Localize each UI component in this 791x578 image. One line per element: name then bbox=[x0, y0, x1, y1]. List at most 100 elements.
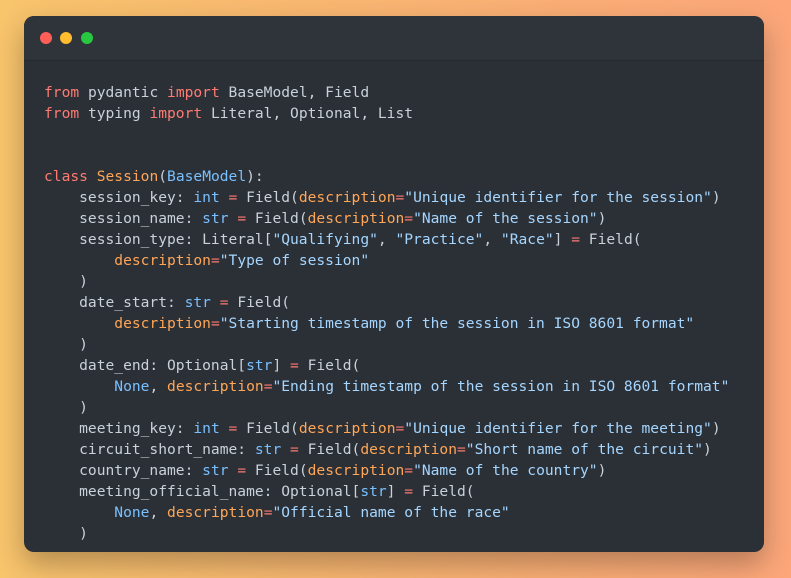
code-token: description bbox=[298, 420, 396, 437]
code-token: description bbox=[360, 441, 457, 458]
code-token: "Type of session" bbox=[219, 252, 370, 269]
code-token: ) bbox=[597, 210, 607, 227]
code-token: "Official name of the race" bbox=[272, 504, 510, 521]
code-token: description bbox=[307, 462, 405, 479]
code-token: BaseModel, Field bbox=[219, 84, 370, 101]
code-token: int bbox=[193, 420, 220, 437]
code-token: str bbox=[202, 210, 229, 227]
code-token: = bbox=[290, 441, 299, 458]
code-token: = bbox=[404, 462, 414, 479]
maximize-window-button[interactable] bbox=[81, 32, 93, 44]
code-token: Session bbox=[96, 168, 159, 185]
code-token: = bbox=[404, 210, 414, 227]
code-block: from pydantic import BaseModel, Field fro… bbox=[44, 82, 729, 544]
code-token: ) bbox=[44, 525, 88, 542]
code-token: ) bbox=[44, 399, 88, 416]
code-line: ​ bbox=[44, 145, 729, 166]
code-token: = bbox=[219, 294, 229, 311]
code-token: "Name of the country" bbox=[413, 462, 598, 479]
code-token: None bbox=[114, 504, 150, 521]
code-token: Field( bbox=[413, 483, 475, 500]
window-titlebar bbox=[24, 16, 764, 61]
code-token: pydantic bbox=[79, 84, 168, 101]
code-token: country_name: bbox=[44, 462, 203, 479]
code-token: "Name of the session" bbox=[413, 210, 598, 227]
code-token: date_start: bbox=[44, 294, 185, 311]
code-token: = bbox=[395, 189, 405, 206]
minimize-window-button[interactable] bbox=[60, 32, 72, 44]
code-line: ) bbox=[44, 523, 729, 544]
code-token: from bbox=[44, 84, 80, 101]
code-token: Literal, Optional, List bbox=[202, 105, 414, 122]
code-token: session_key: bbox=[44, 189, 194, 206]
code-token: = bbox=[395, 420, 405, 437]
code-line: class Session(BaseModel): bbox=[44, 166, 729, 187]
code-line: None, description="Ending timestamp of t… bbox=[44, 376, 729, 397]
code-token: = bbox=[457, 441, 466, 458]
code-token: import bbox=[149, 105, 203, 122]
code-token: class bbox=[44, 168, 88, 185]
code-token: description bbox=[167, 504, 264, 521]
code-token: Field( bbox=[237, 420, 299, 437]
code-token: Field( bbox=[580, 231, 642, 248]
code-token: description bbox=[114, 315, 211, 332]
code-token: session_type: Literal[ bbox=[44, 231, 273, 248]
code-line: None, description="Official name of the … bbox=[44, 502, 729, 523]
code-token: ( bbox=[158, 168, 168, 185]
code-line: description="Starting timestamp of the s… bbox=[44, 313, 729, 334]
code-token: "Ending timestamp of the session in ISO … bbox=[272, 378, 730, 395]
code-token: ) bbox=[711, 420, 721, 437]
code-token: ] bbox=[386, 483, 405, 500]
code-token: str bbox=[254, 441, 282, 458]
code-window: from pydantic import BaseModel, Field fro… bbox=[24, 16, 764, 552]
code-token: typing bbox=[79, 105, 150, 122]
code-token: = bbox=[237, 462, 247, 479]
code-token: from bbox=[44, 105, 80, 122]
code-line: country_name: str = Field(description="N… bbox=[44, 460, 729, 481]
code-token: ] bbox=[272, 357, 291, 374]
close-window-button[interactable] bbox=[40, 32, 52, 44]
code-token: ) bbox=[703, 441, 712, 458]
code-line: session_key: int = Field(description="Un… bbox=[44, 187, 729, 208]
code-line: date_end: Optional[str] = Field( bbox=[44, 355, 729, 376]
code-token: int bbox=[193, 189, 220, 206]
code-token: str bbox=[360, 483, 387, 500]
code-line: ) bbox=[44, 397, 729, 418]
code-token: description bbox=[167, 378, 264, 395]
code-token: Field( bbox=[237, 189, 299, 206]
code-token: = bbox=[290, 357, 299, 374]
code-line: ) bbox=[44, 334, 729, 355]
code-line: session_name: str = Field(description="N… bbox=[44, 208, 729, 229]
code-token: = bbox=[571, 231, 581, 248]
code-line: date_start: str = Field( bbox=[44, 292, 729, 313]
code-line: circuit_short_name: str = Field(descript… bbox=[44, 439, 729, 460]
code-token: meeting_official_name: Optional[ bbox=[44, 483, 361, 500]
code-token: = bbox=[210, 315, 220, 332]
code-token: = bbox=[228, 420, 238, 437]
code-token: , bbox=[377, 231, 396, 248]
code-token: description bbox=[307, 210, 405, 227]
code-line: description="Type of session" bbox=[44, 250, 729, 271]
code-token: ) bbox=[597, 462, 607, 479]
code-token: str bbox=[184, 294, 211, 311]
code-token: "Race" bbox=[500, 231, 554, 248]
code-token: str bbox=[202, 462, 229, 479]
code-token: "Unique identifier for the session" bbox=[404, 189, 712, 206]
code-token: Field( bbox=[246, 210, 308, 227]
code-line: meeting_official_name: Optional[str] = F… bbox=[44, 481, 729, 502]
code-line: meeting_key: int = Field(description="Un… bbox=[44, 418, 729, 439]
code-line: ) bbox=[44, 271, 729, 292]
code-token: Field( bbox=[228, 294, 291, 311]
code-token: , bbox=[149, 504, 168, 521]
code-token: = bbox=[237, 210, 247, 227]
code-token: "Short name of the circuit" bbox=[465, 441, 704, 458]
code-token: ) bbox=[711, 189, 721, 206]
